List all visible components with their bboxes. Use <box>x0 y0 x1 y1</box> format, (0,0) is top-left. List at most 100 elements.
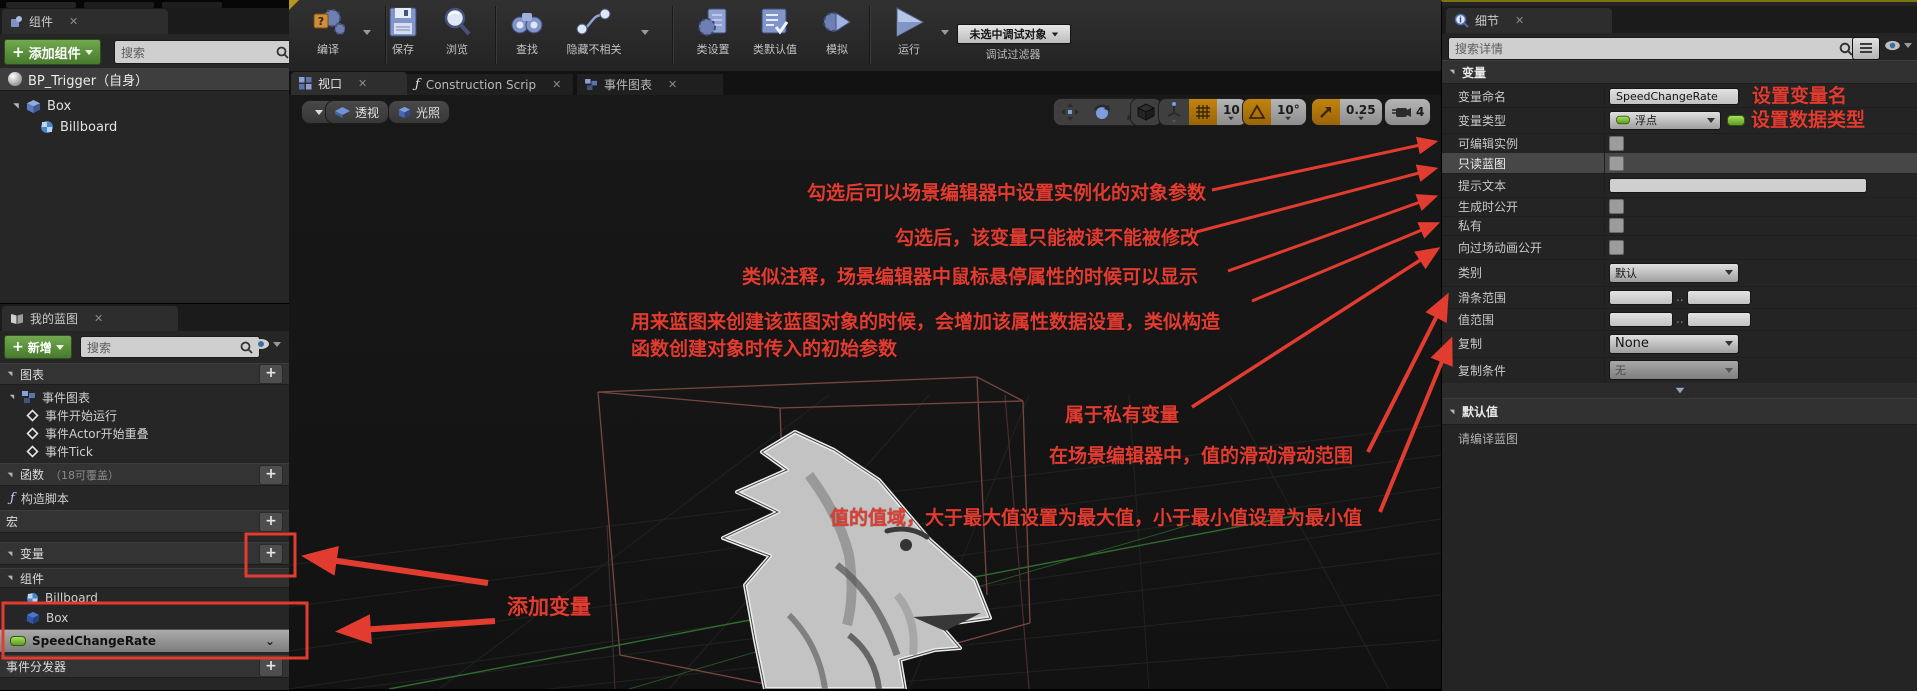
container-type-button[interactable] <box>1727 115 1745 126</box>
surface-snap-button[interactable] <box>1159 99 1189 125</box>
viewport-tab-icon <box>299 77 312 90</box>
tooltip-input[interactable] <box>1609 178 1867 193</box>
row-event-tick[interactable]: 事件Tick <box>26 443 93 460</box>
world-local-toggle[interactable] <box>1131 99 1161 125</box>
row-event-overlap[interactable]: 事件Actor开始重叠 <box>26 425 149 442</box>
instance-editable-checkbox[interactable] <box>1609 136 1624 151</box>
advanced-expander[interactable] <box>1442 383 1917 399</box>
annotation-set-variable-name: 设置变量名 <box>1752 81 1847 108</box>
tab-components[interactable]: 组件 ✕ <box>2 9 168 34</box>
row-event-graph[interactable]: 事件图表 <box>8 388 90 406</box>
component-root-row[interactable]: BP_Trigger（自身） <box>0 68 289 91</box>
angle-snap-value[interactable]: 10° <box>1271 99 1306 125</box>
move-tool-button[interactable] <box>1054 99 1086 125</box>
debug-object-dropdown[interactable]: 未选中调试对象 <box>957 24 1071 44</box>
hide-unrelated-button[interactable]: 隐藏不相关 <box>555 5 633 57</box>
blueprint-readonly-checkbox[interactable] <box>1609 156 1624 171</box>
tab-event-graph[interactable]: 事件图表 ✕ <box>577 74 723 95</box>
section-functions[interactable]: 函数 （18可覆盖） + <box>0 463 289 486</box>
tab-construction-script[interactable]: ƒ Construction Scrip ✕ <box>407 74 573 95</box>
lit-mode-button[interactable]: 光照 <box>388 100 450 124</box>
chevron-down-icon[interactable]: ⌄ <box>265 634 275 648</box>
class-defaults-button[interactable]: 类默认值 <box>743 5 807 57</box>
tab-label: 我的蓝图 <box>30 310 78 327</box>
row-construction-script[interactable]: ƒ 构造脚本 <box>10 489 69 507</box>
section-macros[interactable]: 宏 + <box>0 510 289 533</box>
simulate-button[interactable]: 模拟 <box>811 5 863 57</box>
camera-speed-button[interactable]: 4 <box>1385 99 1430 125</box>
row-label: 构造脚本 <box>21 490 69 507</box>
tab-my-blueprint[interactable]: 我的蓝图 ✕ <box>2 306 178 331</box>
tab-viewport[interactable]: 视口 ✕ <box>291 72 407 95</box>
add-dispatcher-button[interactable]: + <box>259 657 283 677</box>
scale-snap-toggle[interactable] <box>1312 99 1340 125</box>
row-var-speedchangerate[interactable]: SpeedChangeRate ⌄ <box>0 629 289 652</box>
rotate-tool-button[interactable] <box>1086 99 1118 125</box>
angle-snap-toggle[interactable] <box>1243 99 1271 125</box>
component-row-billboard[interactable]: Billboard <box>0 117 289 137</box>
slider-range-max-input[interactable] <box>1687 290 1751 305</box>
hide-options-caret[interactable] <box>641 30 649 35</box>
compile-button[interactable]: ? 编译 <box>299 5 357 57</box>
perspective-button[interactable]: 透视 <box>325 100 389 124</box>
add-component-button[interactable]: + 添加组件 <box>4 39 101 65</box>
tab-details[interactable]: i 细节 ✕ <box>1446 8 1612 33</box>
slider-range-min-input[interactable] <box>1609 290 1673 305</box>
play-options-caret[interactable] <box>941 30 949 35</box>
add-variable-button[interactable]: + <box>259 544 283 564</box>
close-icon[interactable]: ✕ <box>552 78 561 91</box>
class-settings-button[interactable]: 类设置 <box>685 5 741 57</box>
section-label: 事件分发器 <box>6 658 66 675</box>
row-label: 事件图表 <box>42 389 90 406</box>
expose-on-spawn-checkbox[interactable] <box>1609 199 1624 214</box>
components-search-input[interactable]: 搜索 <box>114 40 296 64</box>
new-button-label: 新增 <box>28 339 52 356</box>
component-row-box[interactable]: Box <box>0 96 289 116</box>
find-button[interactable]: 查找 <box>501 5 553 57</box>
details-search-input[interactable]: 搜索详情 <box>1448 37 1860 60</box>
play-button[interactable]: 运行 <box>881 5 937 57</box>
grid-snap-group: 10 <box>1158 98 1247 126</box>
viewport-3d[interactable]: 透视 光照 10 <box>289 95 1441 689</box>
variable-name-input[interactable]: SpeedChangeRate <box>1609 88 1739 105</box>
expander-icon[interactable] <box>13 103 19 109</box>
save-icon <box>387 5 419 39</box>
browse-button[interactable]: 浏览 <box>431 5 483 57</box>
new-button[interactable]: + 新增 <box>4 335 72 359</box>
close-icon[interactable]: ✕ <box>668 78 677 91</box>
row-var-billboard[interactable]: Billboard <box>26 589 98 607</box>
replication-condition-dropdown[interactable]: 无 <box>1609 360 1739 380</box>
float-pill-icon <box>10 636 26 646</box>
details-visibility-button[interactable] <box>1884 40 1912 51</box>
close-icon[interactable]: ✕ <box>1515 14 1524 27</box>
variable-type-dropdown[interactable]: 浮点 <box>1609 111 1721 130</box>
property-matrix-button[interactable] <box>1852 37 1880 60</box>
section-variable-components[interactable]: 组件 <box>0 568 289 588</box>
save-button[interactable]: 保存 <box>377 5 429 57</box>
section-variables[interactable]: 变量 + <box>0 542 289 565</box>
section-default-value[interactable]: 默认值 <box>1442 398 1917 425</box>
replication-dropdown[interactable]: None <box>1609 334 1739 354</box>
category-dropdown[interactable]: 默认 <box>1609 263 1739 283</box>
add-graph-button[interactable]: + <box>259 364 283 384</box>
private-checkbox[interactable] <box>1609 218 1624 233</box>
expose-to-cinematics-checkbox[interactable] <box>1609 240 1624 255</box>
value-range-min-input[interactable] <box>1609 312 1673 327</box>
close-icon[interactable]: ✕ <box>69 15 78 28</box>
scale-snap-value[interactable]: 0.25 <box>1340 99 1382 125</box>
section-graphs[interactable]: 图表 + <box>0 363 289 385</box>
close-icon[interactable]: ✕ <box>94 312 103 325</box>
visibility-filter-button[interactable] <box>252 338 281 350</box>
grid-snap-toggle[interactable] <box>1189 99 1217 125</box>
close-icon[interactable]: ✕ <box>358 77 367 90</box>
section-label: 宏 <box>6 513 18 530</box>
section-dispatchers[interactable]: 事件分发器 + <box>0 655 289 678</box>
row-var-box[interactable]: Box <box>26 609 68 627</box>
my-blueprint-search-input[interactable]: 搜索 <box>80 336 260 358</box>
compile-options-caret[interactable] <box>363 30 371 35</box>
row-event-begin[interactable]: 事件开始运行 <box>26 407 117 424</box>
section-label: 图表 <box>20 366 44 383</box>
value-range-max-input[interactable] <box>1687 312 1751 327</box>
add-function-button[interactable]: + <box>259 465 283 485</box>
add-macro-button[interactable]: + <box>259 512 283 532</box>
